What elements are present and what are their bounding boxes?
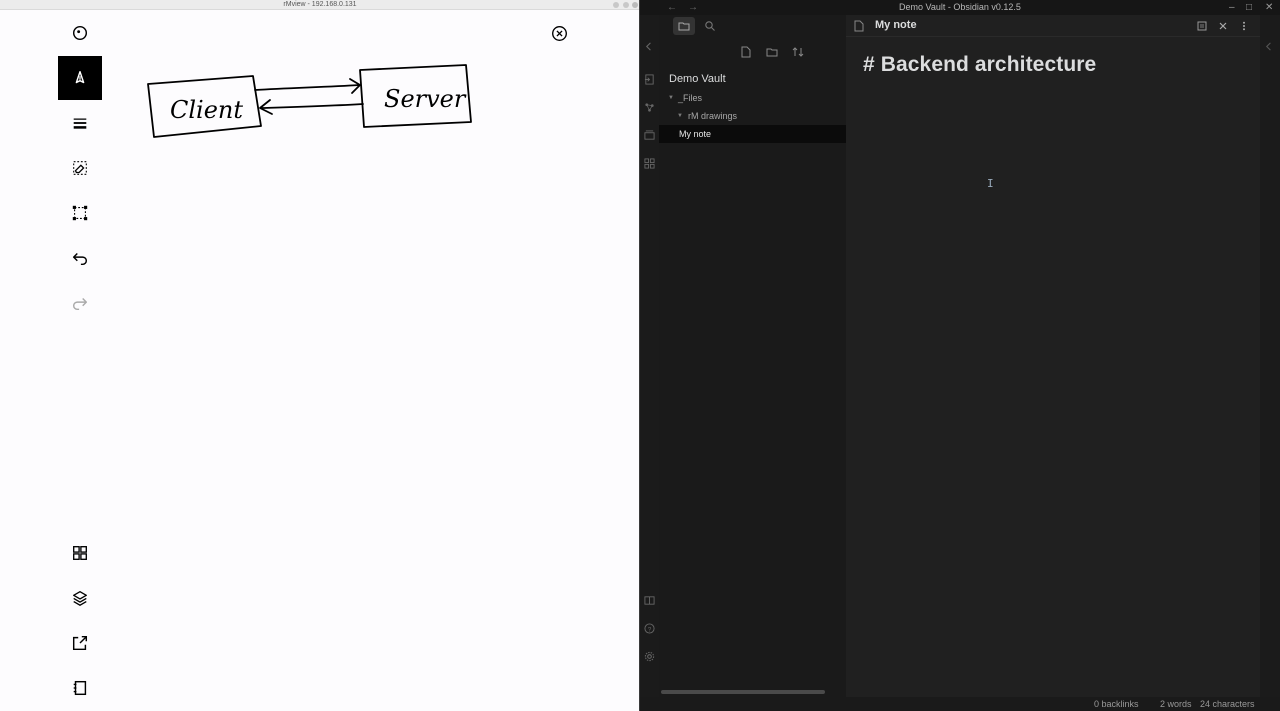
obsidian-titlebar: ← → Demo Vault - Obsidian v0.12.5 – □ ✕ xyxy=(640,0,1280,15)
close-icon[interactable] xyxy=(551,25,568,42)
client-label: Client xyxy=(170,96,243,124)
rmview-window-title: rMview - 192.168.0.131 xyxy=(283,1,357,8)
sidebar-scrollbar[interactable] xyxy=(659,689,846,695)
chevron-down-icon: ▼ xyxy=(677,113,683,119)
collapse-sidebar-icon[interactable] xyxy=(644,41,655,52)
file-icon xyxy=(854,20,864,32)
sidebar-tabs xyxy=(659,15,846,37)
close-note-icon[interactable] xyxy=(1216,19,1230,33)
tree-item-label: My note xyxy=(679,129,712,139)
folder-icon xyxy=(678,22,690,31)
tree-item-label: rM drawings xyxy=(688,111,738,121)
share-icon[interactable] xyxy=(58,621,102,665)
selection-eraser-icon[interactable] xyxy=(58,146,102,190)
file-explorer-sidebar: Demo Vault ▼ _Files ▼ rM drawings My not… xyxy=(659,15,846,697)
help-icon[interactable]: ? xyxy=(644,623,655,634)
new-folder-icon[interactable] xyxy=(764,44,780,60)
maximize-icon[interactable]: □ xyxy=(1246,1,1252,14)
notebook-icon[interactable] xyxy=(58,666,102,710)
editor-pane[interactable]: My note # Backend architecture I xyxy=(846,15,1260,697)
graph-view-icon[interactable] xyxy=(644,102,655,113)
server-box xyxy=(359,64,472,128)
text-cursor-icon: I xyxy=(987,177,994,190)
open-vault-icon[interactable] xyxy=(644,595,655,606)
stroke-size-icon[interactable] xyxy=(58,101,102,145)
new-note-icon[interactable] xyxy=(738,44,754,60)
settings-gear-icon[interactable] xyxy=(644,651,655,662)
more-options-icon[interactable] xyxy=(1237,19,1251,33)
obsidian-window: ← → Demo Vault - Obsidian v0.12.5 – □ ✕ … xyxy=(640,0,1280,711)
server-label: Server xyxy=(384,85,467,113)
svg-text:?: ? xyxy=(648,626,652,633)
word-count: 2 words xyxy=(1160,699,1192,709)
minimize-icon[interactable]: – xyxy=(1229,1,1235,14)
pen-tool-icon[interactable] xyxy=(58,56,102,100)
minimize-dot[interactable] xyxy=(613,2,619,8)
character-count: 24 characters xyxy=(1200,699,1255,709)
tree-folder-files[interactable]: ▼ _Files xyxy=(659,89,846,107)
redo-icon[interactable] xyxy=(58,281,102,325)
plugin-icon[interactable] xyxy=(644,158,655,169)
obsidian-window-title: Demo Vault - Obsidian v0.12.5 xyxy=(899,2,1021,12)
right-ribbon xyxy=(1260,15,1280,697)
undo-icon[interactable] xyxy=(58,236,102,280)
reading-view-icon[interactable] xyxy=(1195,19,1209,33)
window-close-icon[interactable]: ✕ xyxy=(1265,1,1273,14)
select-lasso-icon[interactable] xyxy=(58,191,102,235)
arrow-to-server xyxy=(254,84,361,91)
vault-name: Demo Vault xyxy=(669,73,726,85)
tool-toggle-icon[interactable] xyxy=(58,11,102,55)
sort-icon[interactable] xyxy=(790,44,806,60)
backlinks-count[interactable]: 0 backlinks xyxy=(1094,698,1139,710)
status-bar: 0 backlinks 2 words 24 characters xyxy=(640,697,1280,711)
grid-view-icon[interactable] xyxy=(58,531,102,575)
collapse-right-sidebar-icon[interactable] xyxy=(1264,41,1275,52)
tree-folder-rm-drawings[interactable]: ▼ rM drawings xyxy=(659,107,846,125)
tree-file-my-note[interactable]: My note xyxy=(659,125,846,143)
chevron-down-icon: ▼ xyxy=(668,95,674,101)
document-heading[interactable]: # Backend architecture xyxy=(863,53,1096,77)
tab-file-explorer[interactable] xyxy=(673,17,695,35)
open-switcher-icon[interactable] xyxy=(644,74,655,85)
scrollbar-thumb[interactable] xyxy=(661,690,825,694)
rmview-window: rMview - 192.168.0.131 Client Server xyxy=(0,0,640,711)
rmview-titlebar: rMview - 192.168.0.131 xyxy=(0,0,640,10)
arrow-to-client xyxy=(261,103,364,109)
maximize-dot[interactable] xyxy=(623,2,629,8)
templates-icon[interactable] xyxy=(644,130,655,141)
client-box xyxy=(147,75,262,138)
search-icon xyxy=(705,21,715,31)
layers-icon[interactable] xyxy=(58,576,102,620)
close-dot[interactable] xyxy=(632,2,638,8)
left-ribbon: ? xyxy=(640,15,659,697)
editor-header: My note xyxy=(846,15,1260,37)
note-title[interactable]: My note xyxy=(875,19,917,31)
tab-search[interactable] xyxy=(699,17,721,35)
tree-item-label: _Files xyxy=(678,93,703,103)
